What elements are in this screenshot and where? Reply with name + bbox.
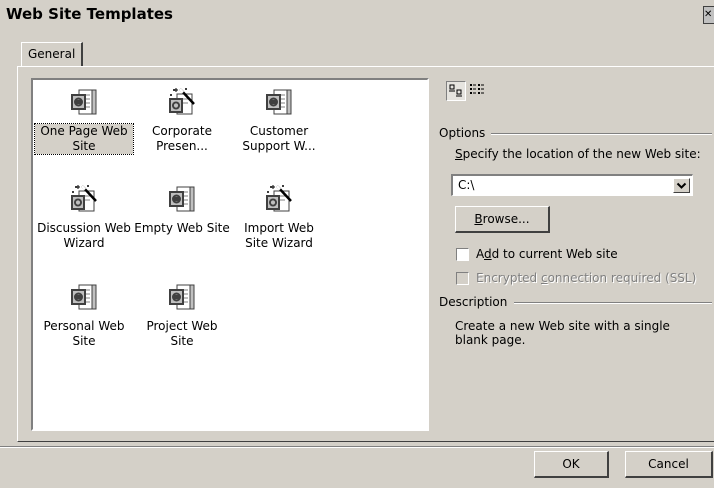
large-icons-view-icon: [449, 84, 462, 97]
chevron-down-icon: [676, 182, 687, 189]
ok-button[interactable]: OK: [534, 451, 609, 478]
template-label: Corporate Presen...: [152, 124, 212, 153]
template-empty-web-site[interactable]: Empty Web Site: [133, 183, 231, 236]
wizard-icon: [166, 86, 198, 118]
details-view-button[interactable]: [468, 81, 488, 101]
title-bar: Web Site Templates ✕: [0, 0, 714, 30]
details-view-icon: [470, 84, 484, 94]
browse-button[interactable]: Browse...: [455, 206, 550, 233]
template-one-page-web-site[interactable]: One Page Web Site: [34, 86, 134, 155]
template-label: Customer Support W...: [242, 124, 316, 153]
template-project-web-site[interactable]: Project Web Site: [133, 281, 231, 349]
location-prompt: Specify the location of the new Web site…: [455, 147, 701, 161]
browse-label: Browse...: [474, 212, 530, 226]
encrypted-connection-checkbox[interactable]: [456, 272, 469, 285]
tab-general[interactable]: General: [21, 42, 83, 66]
template-corporate-presence[interactable]: Corporate Presen...: [133, 86, 231, 154]
wizard-icon: [68, 183, 100, 215]
template-label: Import Web Site Wizard: [244, 221, 314, 250]
template-personal-web-site[interactable]: Personal Web Site: [35, 281, 133, 349]
cancel-button[interactable]: Cancel: [625, 451, 713, 478]
template-import-web-site-wizard[interactable]: Import Web Site Wizard: [230, 183, 328, 251]
large-icons-view-button[interactable]: [446, 81, 466, 101]
web-page-icon: [263, 86, 295, 118]
close-button[interactable]: ✕: [703, 6, 714, 24]
options-divider: [490, 133, 712, 135]
template-customer-support[interactable]: Customer Support W...: [230, 86, 328, 154]
template-label: Project Web Site: [146, 319, 218, 348]
template-label: One Page Web Site: [34, 123, 134, 155]
add-to-current-checkbox[interactable]: [456, 248, 469, 261]
template-discussion-web-wizard[interactable]: Discussion Web Wizard: [35, 183, 133, 251]
description-group-label: Description: [439, 295, 514, 309]
template-label: Discussion Web Wizard: [37, 221, 131, 250]
web-page-icon: [166, 183, 198, 215]
wizard-icon: [263, 183, 295, 215]
footer-divider: [0, 446, 714, 448]
location-value: C:\: [458, 178, 475, 192]
window-title: Web Site Templates: [6, 5, 173, 23]
web-page-icon: [166, 281, 198, 313]
add-to-current-label[interactable]: Add to current Web site: [476, 246, 618, 262]
template-label: Empty Web Site: [134, 221, 230, 235]
template-label: Personal Web Site: [43, 319, 125, 348]
description-text: Create a new Web site with a single blan…: [455, 319, 670, 347]
options-group-label: Options: [439, 126, 492, 140]
template-list[interactable]: One Page Web Site Corporate Presen... Cu…: [31, 78, 429, 431]
web-page-icon: [68, 86, 100, 118]
location-combobox[interactable]: C:\: [451, 174, 693, 196]
web-page-icon: [68, 281, 100, 313]
description-divider: [514, 302, 712, 304]
encrypted-connection-label: Encrypted connection required (SSL): [476, 271, 697, 285]
location-dropdown-button[interactable]: [673, 178, 690, 193]
close-icon: ✕: [704, 9, 713, 20]
